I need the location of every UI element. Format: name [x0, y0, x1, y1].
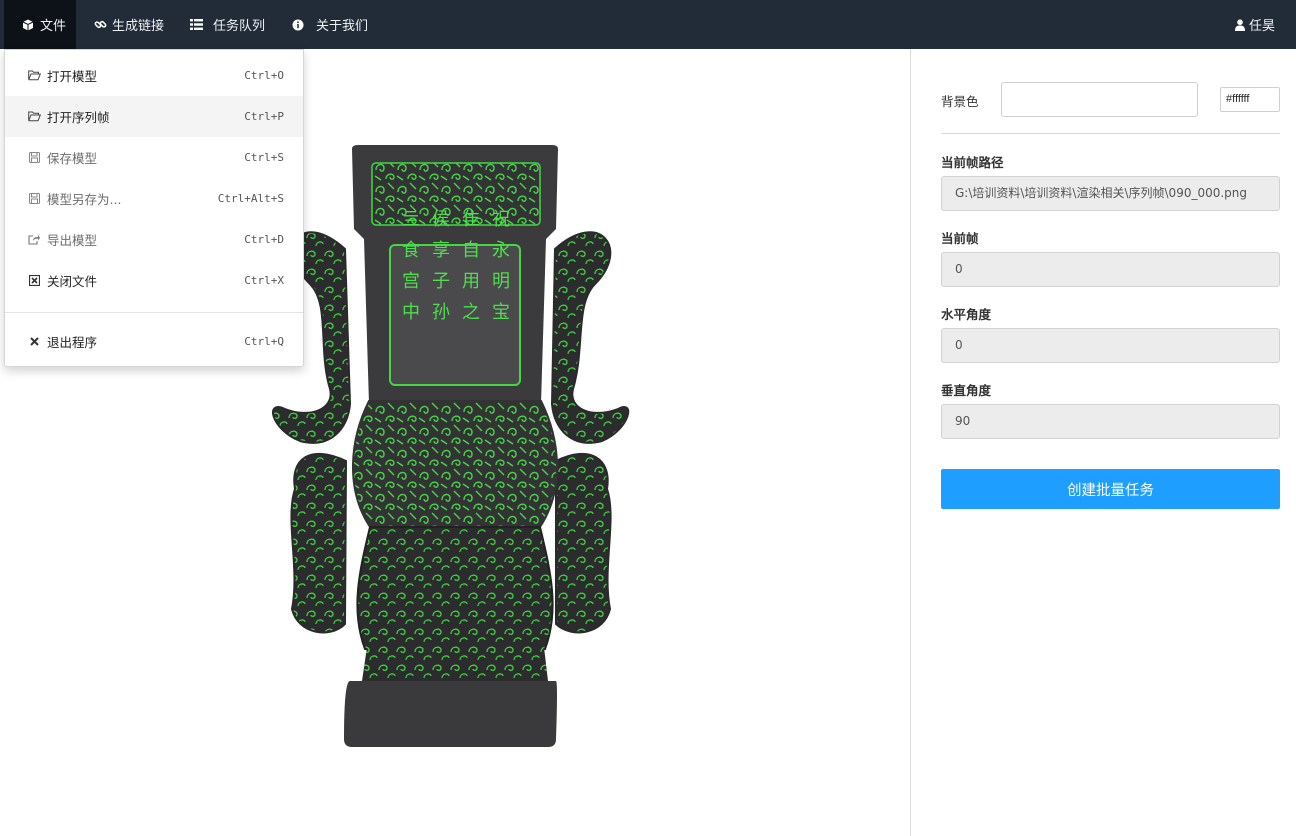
menu-open-sequence-label: 打开序列帧 [47, 110, 110, 125]
vase-inscription: 亖侯隹祝食享自永宫子用明中孙之宝 [396, 204, 516, 334]
nav-task-queue[interactable]: 任务队列 [188, 0, 265, 49]
menu-exit-app-label: 退出程序 [47, 335, 98, 350]
frame-path-field[interactable]: G:\培训资料\培训资料\渲染相关\序列帧\090_000.png [941, 176, 1280, 211]
menu-open-model-label: 打开模型 [47, 69, 98, 84]
menu-close-file[interactable]: 关闭文件 Ctrl+X [5, 260, 303, 301]
export-icon [27, 233, 41, 247]
inscription-glyph: 享 [432, 240, 450, 261]
nav-about-us-label: 关于我们 [316, 19, 369, 34]
inscription-glyph: 之 [462, 302, 480, 323]
menu-open-sequence-shortcut: Ctrl+P [244, 110, 284, 123]
menu-open-sequence[interactable]: 打开序列帧 Ctrl+P [5, 96, 303, 137]
inscription-glyph: 宝 [492, 302, 510, 323]
nav-generate-link-label: 生成链接 [112, 19, 165, 34]
menu-export-model[interactable]: 导出模型 Ctrl+D [5, 219, 303, 260]
horizontal-angle-label: 水平角度 [941, 307, 992, 322]
file-dropdown-menu: 打开模型 Ctrl+O 打开序列帧 Ctrl+P 保存模型 Ctrl+S 模型另… [4, 49, 304, 367]
inscription-glyph: 中 [402, 302, 420, 323]
user-icon [1234, 17, 1246, 33]
current-frame-label: 当前帧 [941, 231, 979, 246]
menu-divider [5, 312, 303, 313]
menu-save-model-as[interactable]: 模型另存为... Ctrl+Alt+S [5, 178, 303, 219]
inscription-glyph: 侯 [432, 209, 450, 230]
inscription-glyph: 食 [402, 240, 420, 261]
folder-open-icon [27, 69, 41, 83]
inscription-glyph: 永 [492, 240, 510, 261]
menu-open-model-shortcut: Ctrl+O [244, 69, 284, 82]
inscription-glyph: 隹 [462, 209, 480, 230]
nav-user-name: 任昊 [1249, 19, 1276, 34]
save-icon [27, 151, 41, 165]
menu-close-file-shortcut: Ctrl+X [244, 274, 284, 287]
inscription-glyph: 祝 [492, 209, 510, 230]
create-batch-task-button[interactable]: 创建批量任务 [941, 469, 1280, 509]
nav-about-us[interactable]: 关于我们 [290, 0, 368, 49]
nav-file-label: 文件 [40, 19, 67, 34]
frame-path-label: 当前帧路径 [941, 155, 1004, 170]
top-navbar: 文件 生成链接 任务队列 关于我们 任昊 [0, 0, 1296, 49]
nav-file-menu[interactable]: 文件 [4, 0, 76, 49]
settings-panel: 背景色 #ffffff 当前帧路径 G:\培训资料\培训资料\渲染相关\序列帧\… [911, 49, 1296, 836]
menu-export-model-label: 导出模型 [47, 233, 98, 248]
folder-open-icon [27, 110, 41, 124]
cube-icon [20, 17, 36, 33]
menu-exit-app-shortcut: Ctrl+Q [244, 335, 284, 348]
inscription-glyph: 亖 [402, 209, 420, 230]
vertical-angle-label: 垂直角度 [941, 383, 992, 398]
inscription-glyph: 用 [462, 271, 480, 292]
current-frame-field[interactable]: 0 [941, 252, 1280, 287]
menu-save-model[interactable]: 保存模型 Ctrl+S [5, 137, 303, 178]
menu-open-model[interactable]: 打开模型 Ctrl+O [5, 55, 303, 96]
nav-user[interactable]: 任昊 [1234, 0, 1275, 49]
nav-generate-link[interactable]: 生成链接 [92, 0, 164, 49]
menu-save-model-as-label: 模型另存为... [47, 192, 122, 207]
divider [941, 133, 1280, 134]
bg-color-hex-input[interactable]: #ffffff [1220, 87, 1280, 112]
inscription-glyph: 自 [462, 240, 480, 261]
close-icon [27, 335, 41, 349]
menu-save-model-as-shortcut: Ctrl+Alt+S [217, 192, 284, 205]
menu-save-model-label: 保存模型 [47, 151, 98, 166]
menu-exit-app[interactable]: 退出程序 Ctrl+Q [5, 321, 303, 362]
bg-color-label: 背景色 [941, 94, 979, 109]
inscription-glyph: 宫 [402, 271, 420, 292]
menu-close-file-label: 关闭文件 [47, 274, 98, 289]
inscription-glyph: 子 [432, 271, 450, 292]
inscription-glyph: 孙 [432, 302, 450, 323]
nav-task-queue-label: 任务队列 [213, 19, 266, 34]
vertical-angle-field[interactable]: 90 [941, 404, 1280, 439]
close-square-icon [27, 274, 41, 288]
link-icon [92, 17, 108, 33]
menu-save-model-shortcut: Ctrl+S [244, 151, 284, 164]
bg-color-picker[interactable] [1001, 82, 1198, 117]
menu-export-model-shortcut: Ctrl+D [244, 233, 284, 246]
save-icon [27, 192, 41, 206]
inscription-glyph: 明 [492, 271, 510, 292]
list-icon [188, 17, 204, 33]
horizontal-angle-field[interactable]: 0 [941, 328, 1280, 363]
info-icon [290, 17, 306, 33]
